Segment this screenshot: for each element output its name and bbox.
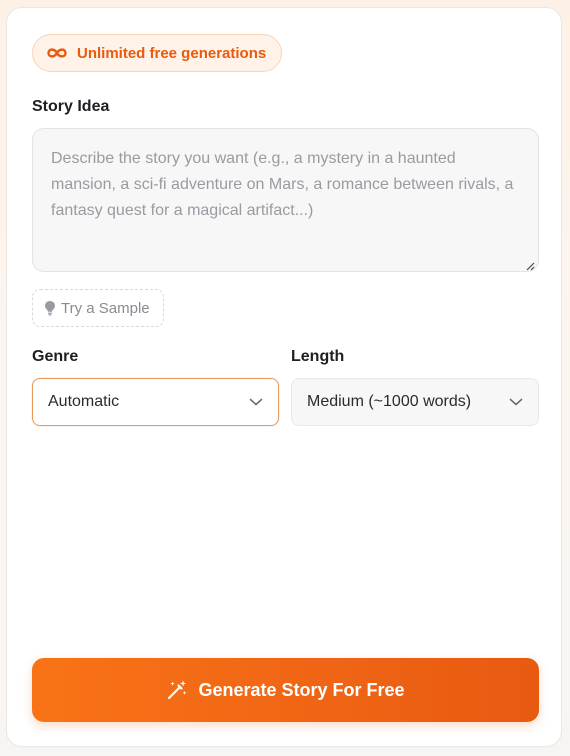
genre-label: Genre [32,348,79,365]
length-label: Length [291,348,345,365]
resize-handle-icon[interactable] [525,258,535,271]
infinity-icon [46,47,68,59]
try-sample-label: Try a Sample [61,299,150,317]
unlimited-badge: Unlimited free generations [32,34,283,72]
story-idea-textarea[interactable]: Describe the story you want (e.g., a mys… [32,128,539,272]
genre-select[interactable]: Automatic [32,378,279,426]
story-idea-label: Story Idea [32,98,110,115]
magic-wand-icon [166,679,188,701]
generate-story-label: Generate Story For Free [198,679,405,700]
try-sample-button[interactable]: Try a Sample [32,289,164,327]
lightbulb-icon [44,300,56,316]
chevron-down-icon [509,398,523,406]
story-generator-card: Unlimited free generations Story Idea De… [6,7,562,747]
chevron-down-icon [249,398,263,406]
badge-label: Unlimited free generations [77,44,267,62]
story-idea-placeholder: Describe the story you want (e.g., a mys… [51,150,514,219]
length-select[interactable]: Medium (~1000 words) [291,378,539,426]
length-selected-value: Medium (~1000 words) [307,393,472,410]
generate-story-button[interactable]: Generate Story For Free [32,658,539,722]
genre-selected-value: Automatic [48,393,120,410]
